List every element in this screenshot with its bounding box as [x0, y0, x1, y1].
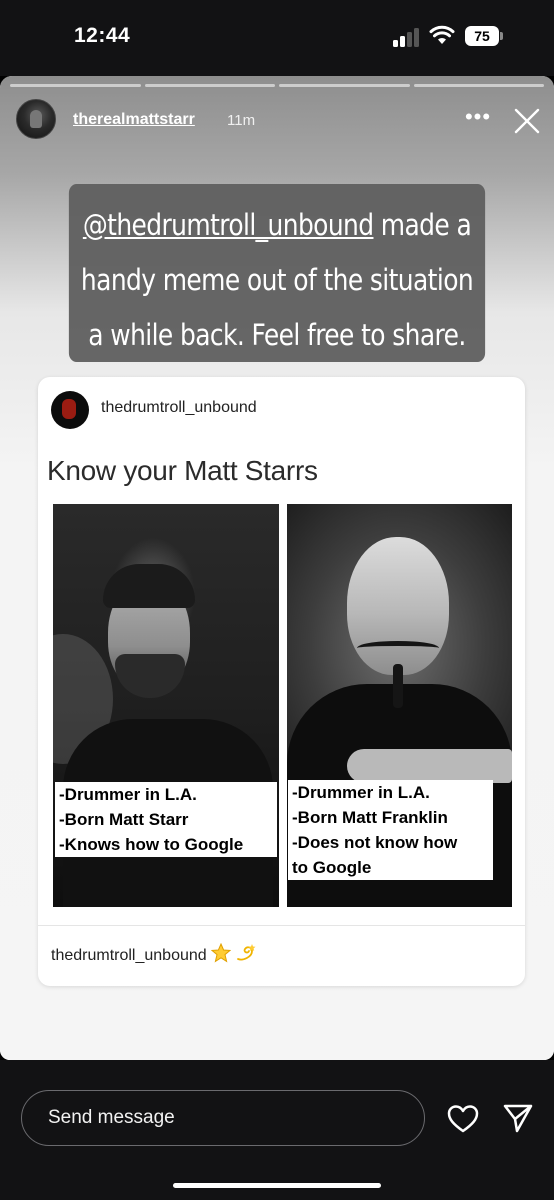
home-indicator: [173, 1183, 381, 1188]
story-caption: @thedrumtroll_unbound made a handy meme …: [68, 184, 486, 362]
right-caption-line: -Drummer in L.A.: [292, 783, 430, 802]
heart-icon[interactable]: [447, 1104, 479, 1134]
post-avatar[interactable]: [51, 391, 89, 429]
story-view[interactable]: therealmattstarr 11m ••• @thedrumtroll_u…: [0, 76, 554, 1060]
post-footer: thedrumtroll_unbound: [51, 943, 257, 965]
battery-level: 75: [465, 26, 499, 46]
signal-icon: [393, 27, 421, 47]
star-icon: [210, 943, 231, 963]
status-time: 12:44: [74, 24, 131, 47]
progress-segment: [10, 84, 141, 87]
story-header: therealmattstarr 11m •••: [0, 98, 554, 144]
story-timestamp: 11m: [227, 112, 256, 129]
story-progress-bar: [10, 84, 544, 87]
story-username[interactable]: therealmattstarr: [73, 111, 195, 129]
progress-segment: [279, 84, 410, 87]
shared-post-card[interactable]: thedrumtroll_unbound Know your Matt Star…: [38, 377, 525, 986]
left-caption-line: -Knows how to Google: [59, 835, 244, 854]
meme-title: Know your Matt Starrs: [47, 455, 318, 486]
progress-segment: [413, 84, 544, 87]
wifi-icon: [429, 25, 455, 44]
avatar[interactable]: [16, 99, 56, 139]
left-caption-box: -Drummer in L.A. -Born Matt Starr -Knows…: [55, 782, 277, 857]
right-caption-box: -Drummer in L.A. -Born Matt Franklin -Do…: [288, 780, 493, 880]
footer-username[interactable]: thedrumtroll_unbound: [51, 947, 207, 964]
post-username[interactable]: thedrumtroll_unbound: [101, 399, 257, 417]
dizzy-icon: [236, 944, 256, 961]
bottom-bar: [0, 1060, 554, 1200]
right-caption-line: -Does not know how: [292, 833, 458, 852]
right-caption-line: -Born Matt Franklin: [292, 808, 448, 827]
close-icon[interactable]: [512, 106, 542, 136]
send-message-input[interactable]: [21, 1090, 425, 1146]
card-divider: [38, 925, 525, 926]
more-horizontal-icon[interactable]: •••: [464, 106, 492, 132]
progress-segment: [144, 84, 275, 87]
left-caption-line: -Drummer in L.A.: [59, 785, 197, 804]
status-bar: 12:44 75: [0, 0, 554, 76]
battery-icon: 75: [465, 26, 503, 46]
left-caption-line: -Born Matt Starr: [59, 810, 189, 829]
caption-mention[interactable]: @thedrumtroll_unbound: [83, 208, 374, 242]
send-icon[interactable]: [502, 1102, 534, 1134]
right-caption-line: to Google: [292, 858, 372, 877]
